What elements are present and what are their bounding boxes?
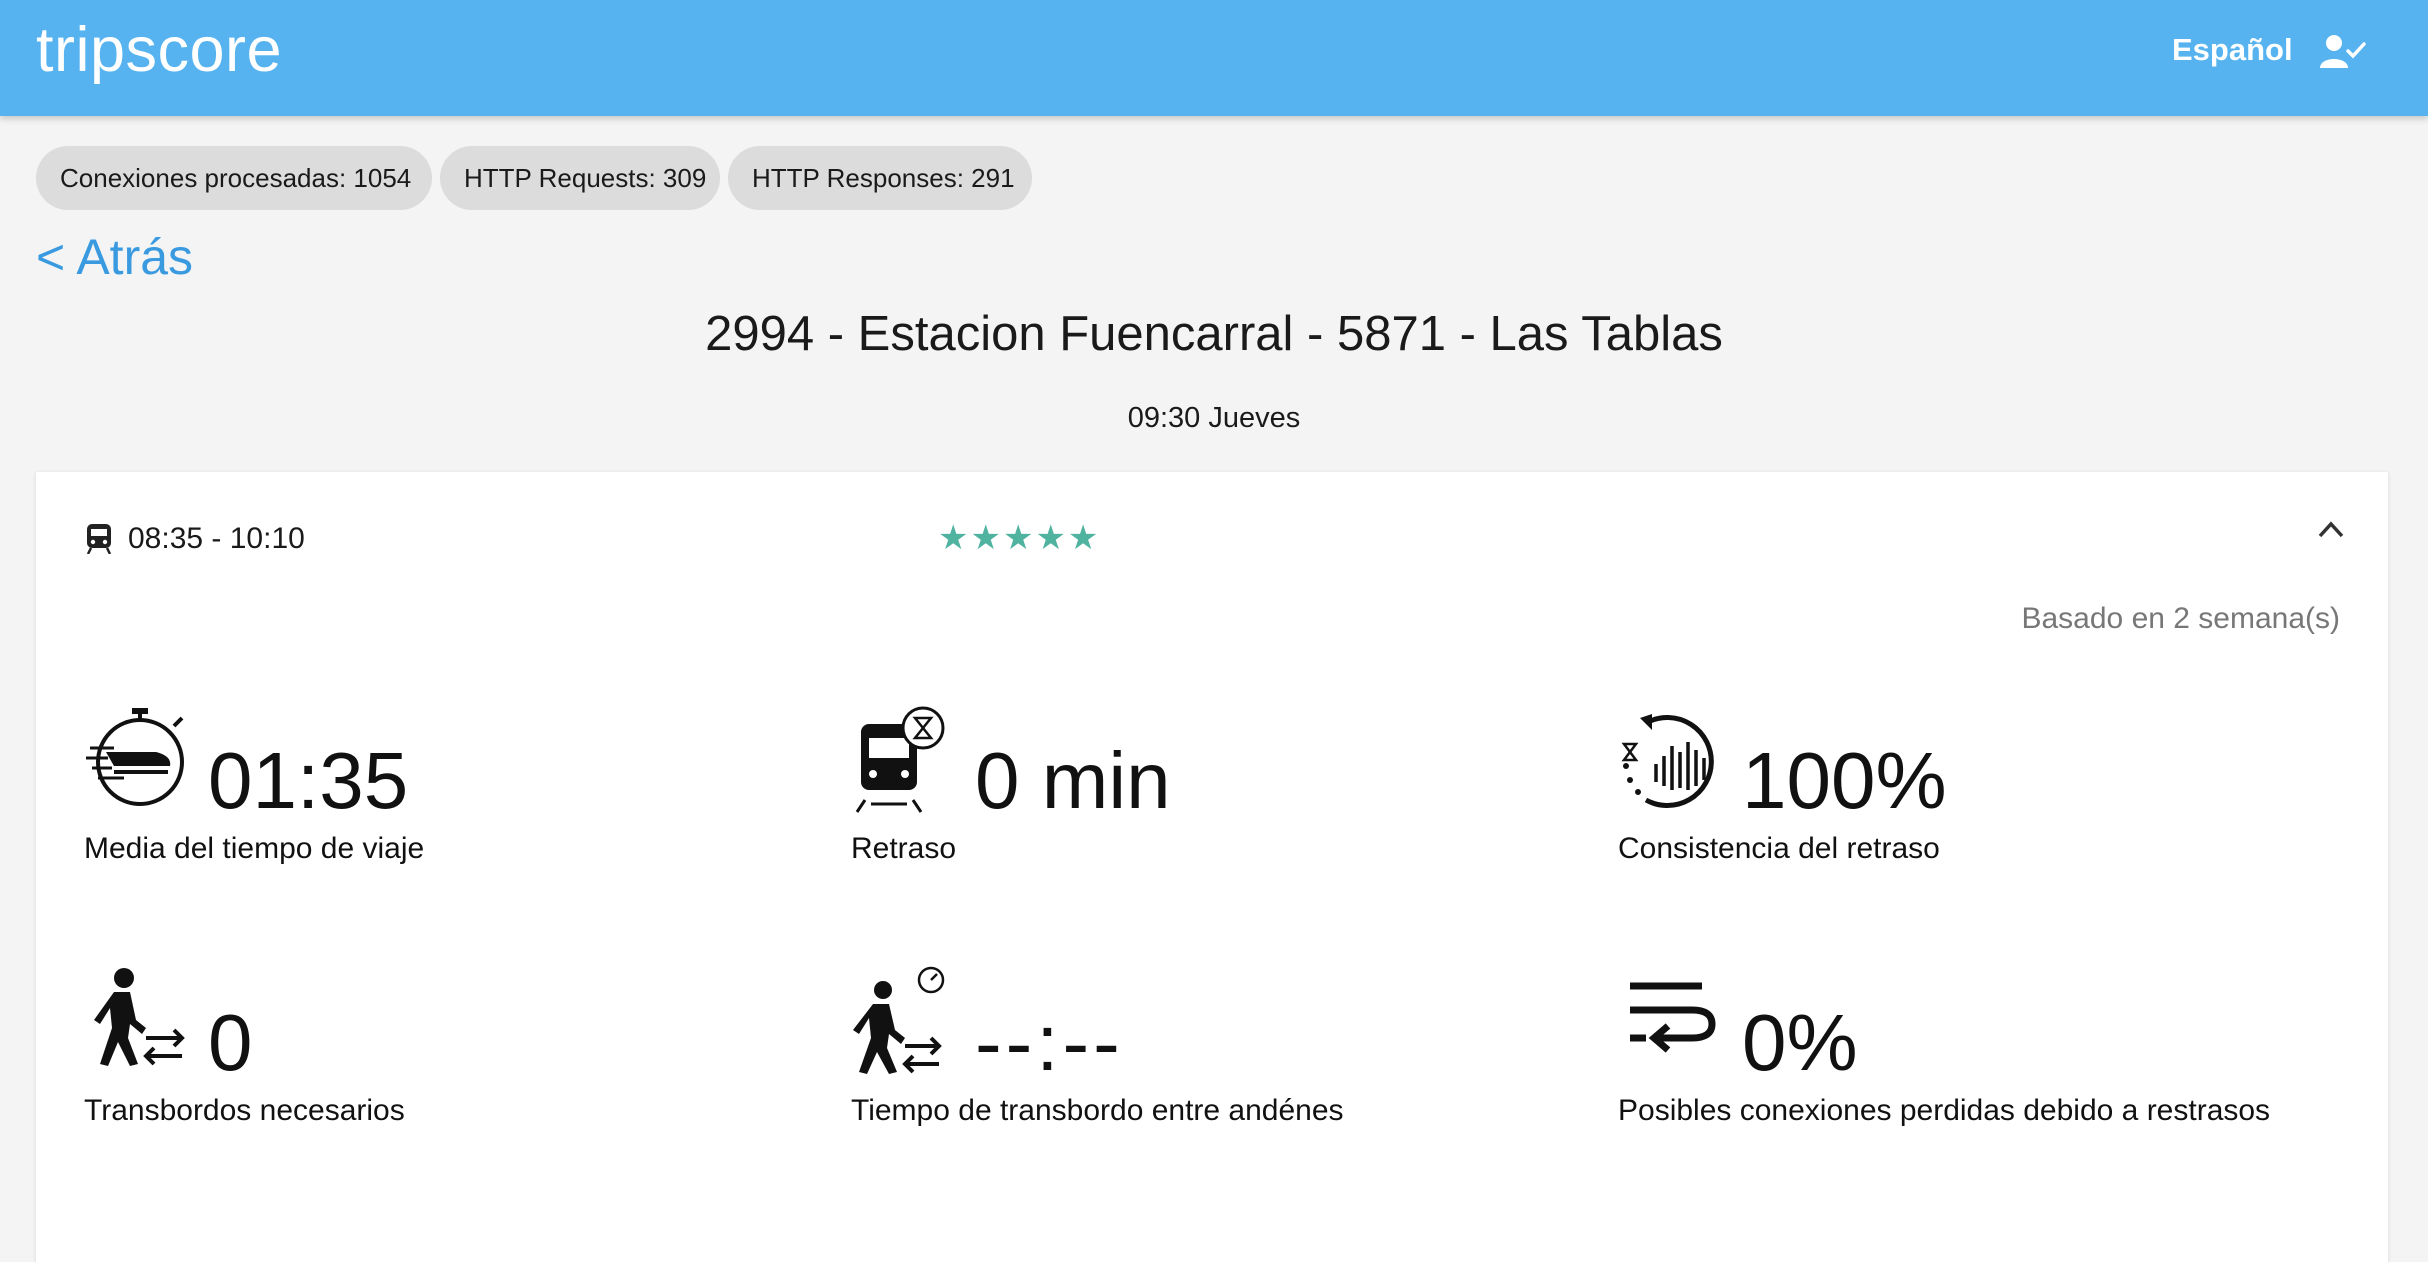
language-selector[interactable]: Español	[2172, 32, 2293, 68]
transfer-time-icon	[853, 966, 945, 1074]
trip-card-header[interactable]: 08:35 - 10:10 ★★★★★	[36, 472, 2388, 602]
metric-transfers: 0 Transbordos necesarios	[84, 966, 824, 1166]
metric-missed-connections: 0% Posibles conexiones perdidas debido a…	[1618, 966, 2358, 1166]
walking-transfer-icon	[94, 968, 185, 1066]
user-check-icon[interactable]	[2320, 34, 2366, 70]
chip-processed-connections: Conexiones procesadas: 1054	[36, 146, 432, 210]
metric-value: 100%	[1742, 736, 1947, 825]
metric-travel-time: 01:35 Media del tiempo de viaje	[84, 704, 824, 904]
metric-label: Tiempo de transbordo entre andénes	[851, 1094, 1344, 1127]
chip-http-requests: HTTP Requests: 309	[440, 146, 720, 210]
travel-time-icon	[86, 708, 184, 806]
brand-logo[interactable]: tripscore	[36, 14, 282, 86]
back-link[interactable]: < Atrás	[36, 228, 193, 286]
page-title: 2994 - Estacion Fuencarral - 5871 - Las …	[705, 307, 1723, 361]
metric-value: 0	[208, 998, 253, 1087]
metric-label: Transbordos necesarios	[84, 1094, 405, 1127]
train-delay-icon	[855, 706, 945, 813]
route-time-day: 09:30 Jueves	[1127, 402, 1301, 434]
chip-http-responses: HTTP Responses: 291	[728, 146, 1032, 210]
metric-label: Media del tiempo de viaje	[84, 832, 425, 865]
metric-value: --:--	[975, 998, 1124, 1087]
delay-consistency-icon	[1621, 714, 1714, 809]
train-icon	[86, 524, 112, 554]
top-app-bar: tripscore Español	[0, 0, 2428, 116]
metric-delay: 0 min Retraso	[851, 704, 1591, 904]
rating-stars: ★★★★★	[938, 519, 1101, 557]
metric-value: 01:35	[208, 736, 409, 825]
metric-value: 0%	[1742, 998, 1858, 1087]
metric-label: Retraso	[851, 832, 957, 865]
missed-connection-icon	[1630, 982, 1716, 1053]
trip-card: 08:35 - 10:10 ★★★★★ Basado en 2 semana(s…	[36, 472, 2388, 1262]
metric-transfer-time: --:-- Tiempo de transbordo entre andénes	[851, 966, 1591, 1166]
chevron-up-icon[interactable]	[2316, 518, 2346, 540]
metric-value: 0 min	[975, 736, 1171, 825]
metric-delay-consistency: 100% Consistencia del retraso	[1618, 704, 2358, 904]
metric-label: Posibles conexiones perdidas debido a re…	[1618, 1094, 2271, 1127]
based-on-weeks: Basado en 2 semana(s)	[2021, 602, 2340, 635]
trip-time-range: 08:35 - 10:10	[128, 522, 305, 555]
metric-label: Consistencia del retraso	[1618, 832, 1940, 865]
